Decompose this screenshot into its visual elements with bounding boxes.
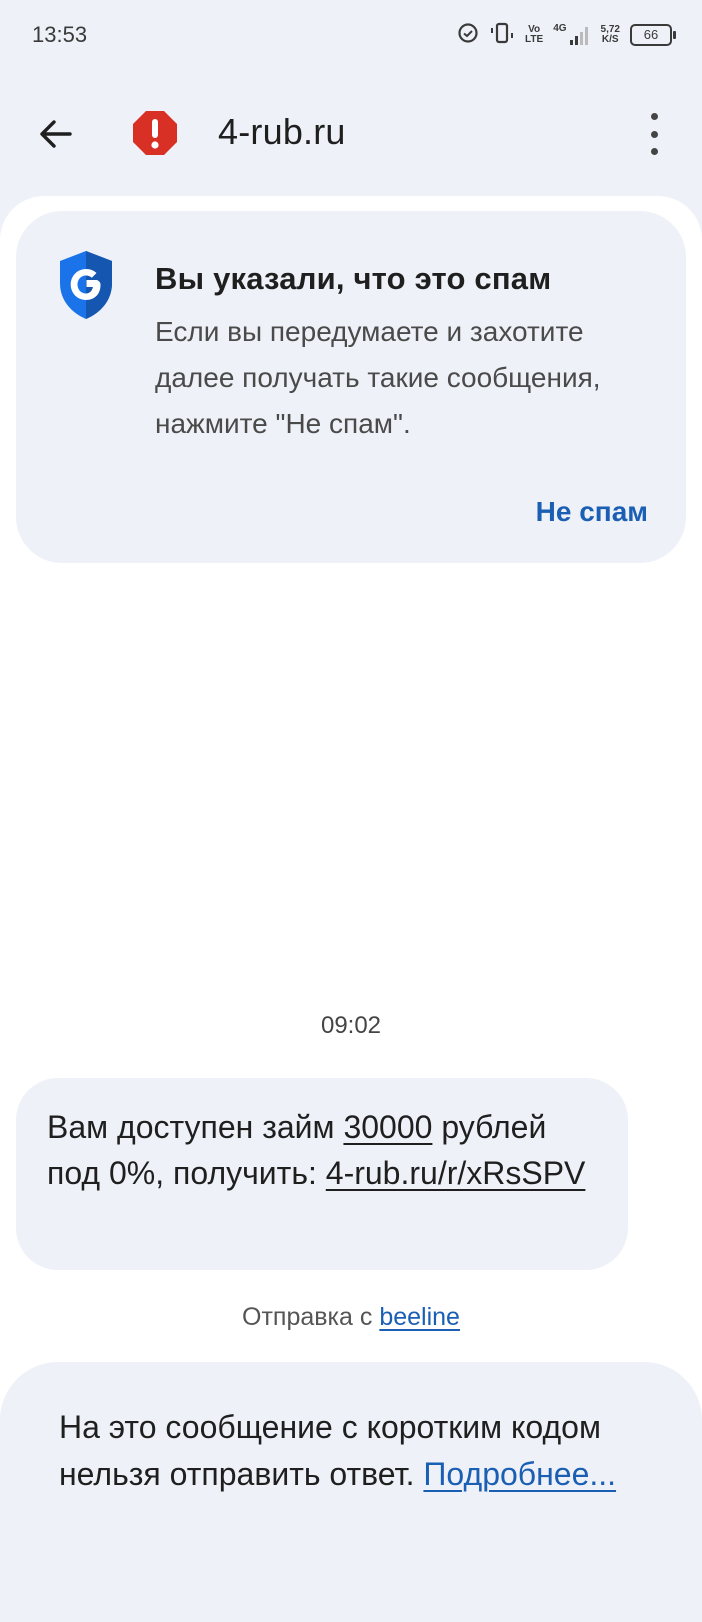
- message-bubble[interactable]: Вам доступен займ 30000 рублей под 0%, п…: [16, 1078, 628, 1270]
- status-time: 13:53: [32, 22, 88, 47]
- sent-via-label: Отправка с: [242, 1303, 380, 1331]
- not-spam-button[interactable]: Не спам: [536, 496, 648, 528]
- carrier-link[interactable]: beeline: [379, 1303, 460, 1331]
- battery-icon: 66: [630, 24, 676, 46]
- network-speed: 5,72 K/S: [600, 24, 620, 45]
- spam-warning-icon: [131, 109, 179, 157]
- spam-notice-heading: Вы указали, что это спам: [155, 261, 552, 296]
- more-vert-icon: [650, 113, 658, 120]
- status-icons: Vo LTE 4G 5,72 K/S 66: [457, 20, 676, 50]
- google-shield-icon: [56, 249, 116, 321]
- message-timestamp: 09:02: [320, 1012, 382, 1039]
- back-button[interactable]: [30, 108, 82, 160]
- status-bar: 13:53 Vo LTE 4G 5,72 K/S 66: [0, 0, 702, 70]
- more-options-button[interactable]: [644, 109, 664, 159]
- back-arrow-icon: [40, 120, 72, 148]
- top-app-bar: 4-rub.ru: [0, 95, 702, 175]
- message-amount-link[interactable]: 30000: [343, 1109, 432, 1145]
- volte-icon: Vo LTE: [525, 24, 544, 45]
- learn-more-link[interactable]: Подробнее...: [423, 1456, 616, 1492]
- reply-disabled-notice: На это сообщение с коротким кодом нельзя…: [59, 1404, 659, 1498]
- signal-icon: 4G: [553, 24, 590, 46]
- message-text-part1: Вам доступен займ: [47, 1109, 344, 1145]
- do-not-disturb-icon: [457, 22, 479, 49]
- message-url-link[interactable]: 4-rub.ru/r/xRsSPV: [326, 1155, 586, 1191]
- vibrate-icon: [489, 21, 515, 50]
- reply-disabled-panel: На это сообщение с коротким кодом нельзя…: [0, 1362, 702, 1622]
- spam-notice-body: Если вы передумаете и захотите далее пол…: [155, 316, 601, 439]
- conversation-title: 4-rub.ru: [218, 111, 346, 152]
- sent-via-info: Отправка с beeline: [0, 1303, 702, 1332]
- spam-notice-card: Вы указали, что это спам Если вы передум…: [16, 211, 686, 563]
